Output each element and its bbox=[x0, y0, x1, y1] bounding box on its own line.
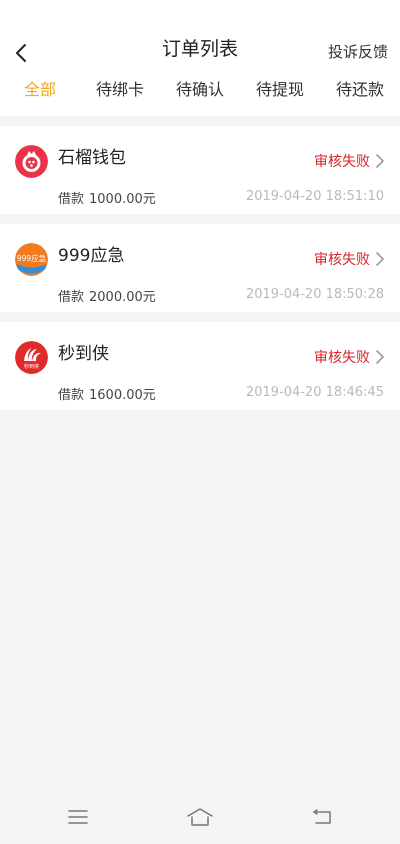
amount-label: 借款 bbox=[58, 290, 85, 305]
logo-text: 秒到侠 bbox=[24, 363, 39, 370]
amount-label: 借款 bbox=[58, 388, 85, 403]
loan-amount: 借款 1600.00元 bbox=[58, 384, 156, 403]
app-header: 订单列表 投诉反馈 全部 待绑卡 待确认 待提现 待还款 bbox=[0, 0, 400, 116]
chevron-right-icon bbox=[376, 154, 384, 168]
complaint-feedback-button[interactable]: 投诉反馈 bbox=[328, 41, 388, 62]
logo-text: 999应急 bbox=[17, 253, 47, 263]
tab-all[interactable]: 全部 bbox=[0, 74, 80, 106]
tab-bar: 全部 待绑卡 待确认 待提现 待还款 bbox=[0, 74, 400, 108]
order-timestamp: 2019-04-20 18:50:28 bbox=[245, 287, 384, 302]
menu-icon bbox=[68, 810, 88, 824]
tab-pending-withdraw[interactable]: 待提现 bbox=[240, 74, 320, 106]
status-badge: 审核失败 bbox=[314, 154, 370, 170]
lender-name: 石榴钱包 bbox=[58, 148, 126, 168]
order-card[interactable]: 999应急 999应急 审核失败 借款 2000.00元 2019-04-20 1… bbox=[0, 224, 400, 312]
back-nav-button[interactable] bbox=[302, 802, 342, 832]
miaodaoxia-logo: 秒到侠 bbox=[15, 341, 48, 374]
return-icon bbox=[313, 809, 331, 824]
loan-amount: 借款 2000.00元 bbox=[58, 286, 156, 305]
order-card[interactable]: 石榴钱包 审核失败 借款 1000.00元 2019-04-20 18:51:10 bbox=[0, 126, 400, 214]
amount-value: 1600.00元 bbox=[89, 388, 156, 403]
amount-value: 1000.00元 bbox=[89, 192, 156, 207]
lender-name: 999应急 bbox=[58, 246, 125, 266]
tab-pending-card[interactable]: 待绑卡 bbox=[80, 74, 160, 106]
999-emergency-logo: 999应急 bbox=[15, 243, 48, 276]
chevron-left-icon bbox=[16, 44, 26, 62]
chevron-right-icon bbox=[376, 350, 384, 364]
amount-label: 借款 bbox=[58, 192, 85, 207]
loan-amount: 借款 1000.00元 bbox=[58, 188, 156, 207]
tab-pending-confirm[interactable]: 待确认 bbox=[160, 74, 240, 106]
tab-pending-repay[interactable]: 待还款 bbox=[320, 74, 400, 106]
status-badge: 审核失败 bbox=[314, 350, 370, 366]
status-badge: 审核失败 bbox=[314, 252, 370, 268]
back-button[interactable] bbox=[6, 36, 36, 70]
amount-value: 2000.00元 bbox=[89, 290, 156, 305]
menu-button[interactable] bbox=[58, 802, 98, 832]
chevron-right-icon bbox=[376, 252, 384, 266]
order-timestamp: 2019-04-20 18:51:10 bbox=[245, 189, 384, 204]
order-card[interactable]: 秒到侠 秒到侠 审核失败 借款 1600.00元 2019-04-20 18:46… bbox=[0, 322, 400, 410]
pomegranate-icon bbox=[15, 145, 48, 178]
system-nav-bar bbox=[0, 794, 400, 844]
home-icon bbox=[187, 808, 213, 826]
home-button[interactable] bbox=[180, 802, 220, 832]
order-timestamp: 2019-04-20 18:46:45 bbox=[245, 385, 384, 400]
lender-name: 秒到侠 bbox=[58, 344, 109, 364]
